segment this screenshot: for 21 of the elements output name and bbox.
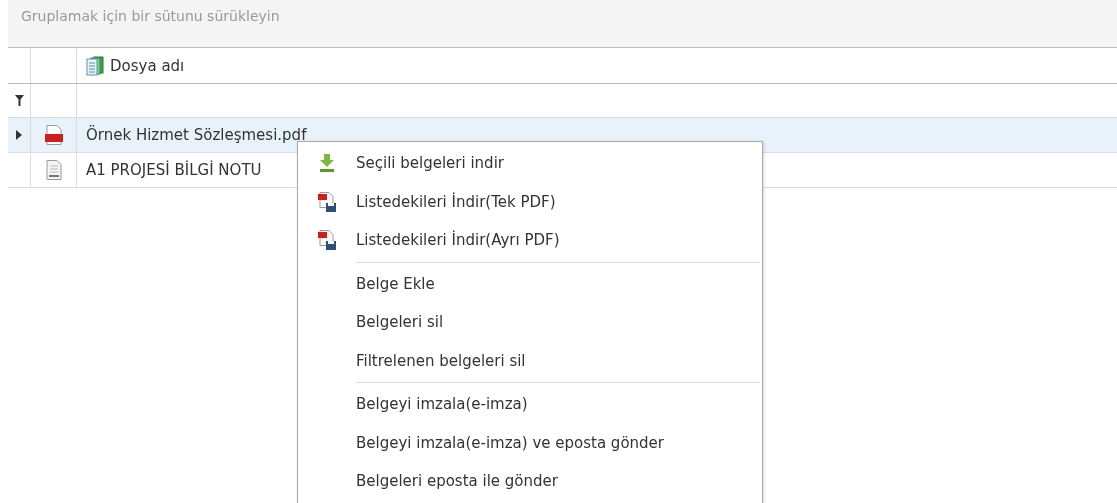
menu-item[interactable]: Filtrelenen belgeleri sil (298, 341, 762, 380)
file-name: A1 PROJESİ BİLGİ NOTU (86, 161, 262, 179)
documents-icon (86, 55, 104, 76)
menu-item[interactable]: Belgeleri eposta ile gönder (298, 462, 762, 501)
document-file-icon (45, 160, 62, 180)
filter-icon[interactable] (14, 95, 24, 106)
download-arrow-icon (319, 154, 335, 173)
menu-item[interactable]: Belgeyi imzala(e-imza) (298, 385, 762, 424)
menu-item[interactable]: Listedekileri İndir(Tek PDF) (298, 182, 762, 221)
menu-item[interactable]: Belgeleri sil (298, 303, 762, 342)
current-row-icon (16, 130, 22, 140)
menu-item[interactable]: Belgeyi imzala(e-imza) ve eposta gönder (298, 423, 762, 462)
file-name: Örnek Hizmet Sözleşmesi.pdf (86, 126, 307, 144)
menu-item[interactable]: Belge Ekle (298, 264, 762, 303)
group-hint: Gruplamak için bir sütunu sürükleyin (21, 8, 280, 24)
column-header[interactable]: Dosya adı (86, 55, 185, 76)
pdf-file-icon (44, 125, 63, 145)
pdf-save-icon (318, 191, 336, 212)
pdf-save-icon (318, 230, 336, 251)
menu-item[interactable]: Listedekileri İndir(Ayrı PDF) (298, 221, 762, 260)
column-title: Dosya adı (110, 56, 185, 75)
